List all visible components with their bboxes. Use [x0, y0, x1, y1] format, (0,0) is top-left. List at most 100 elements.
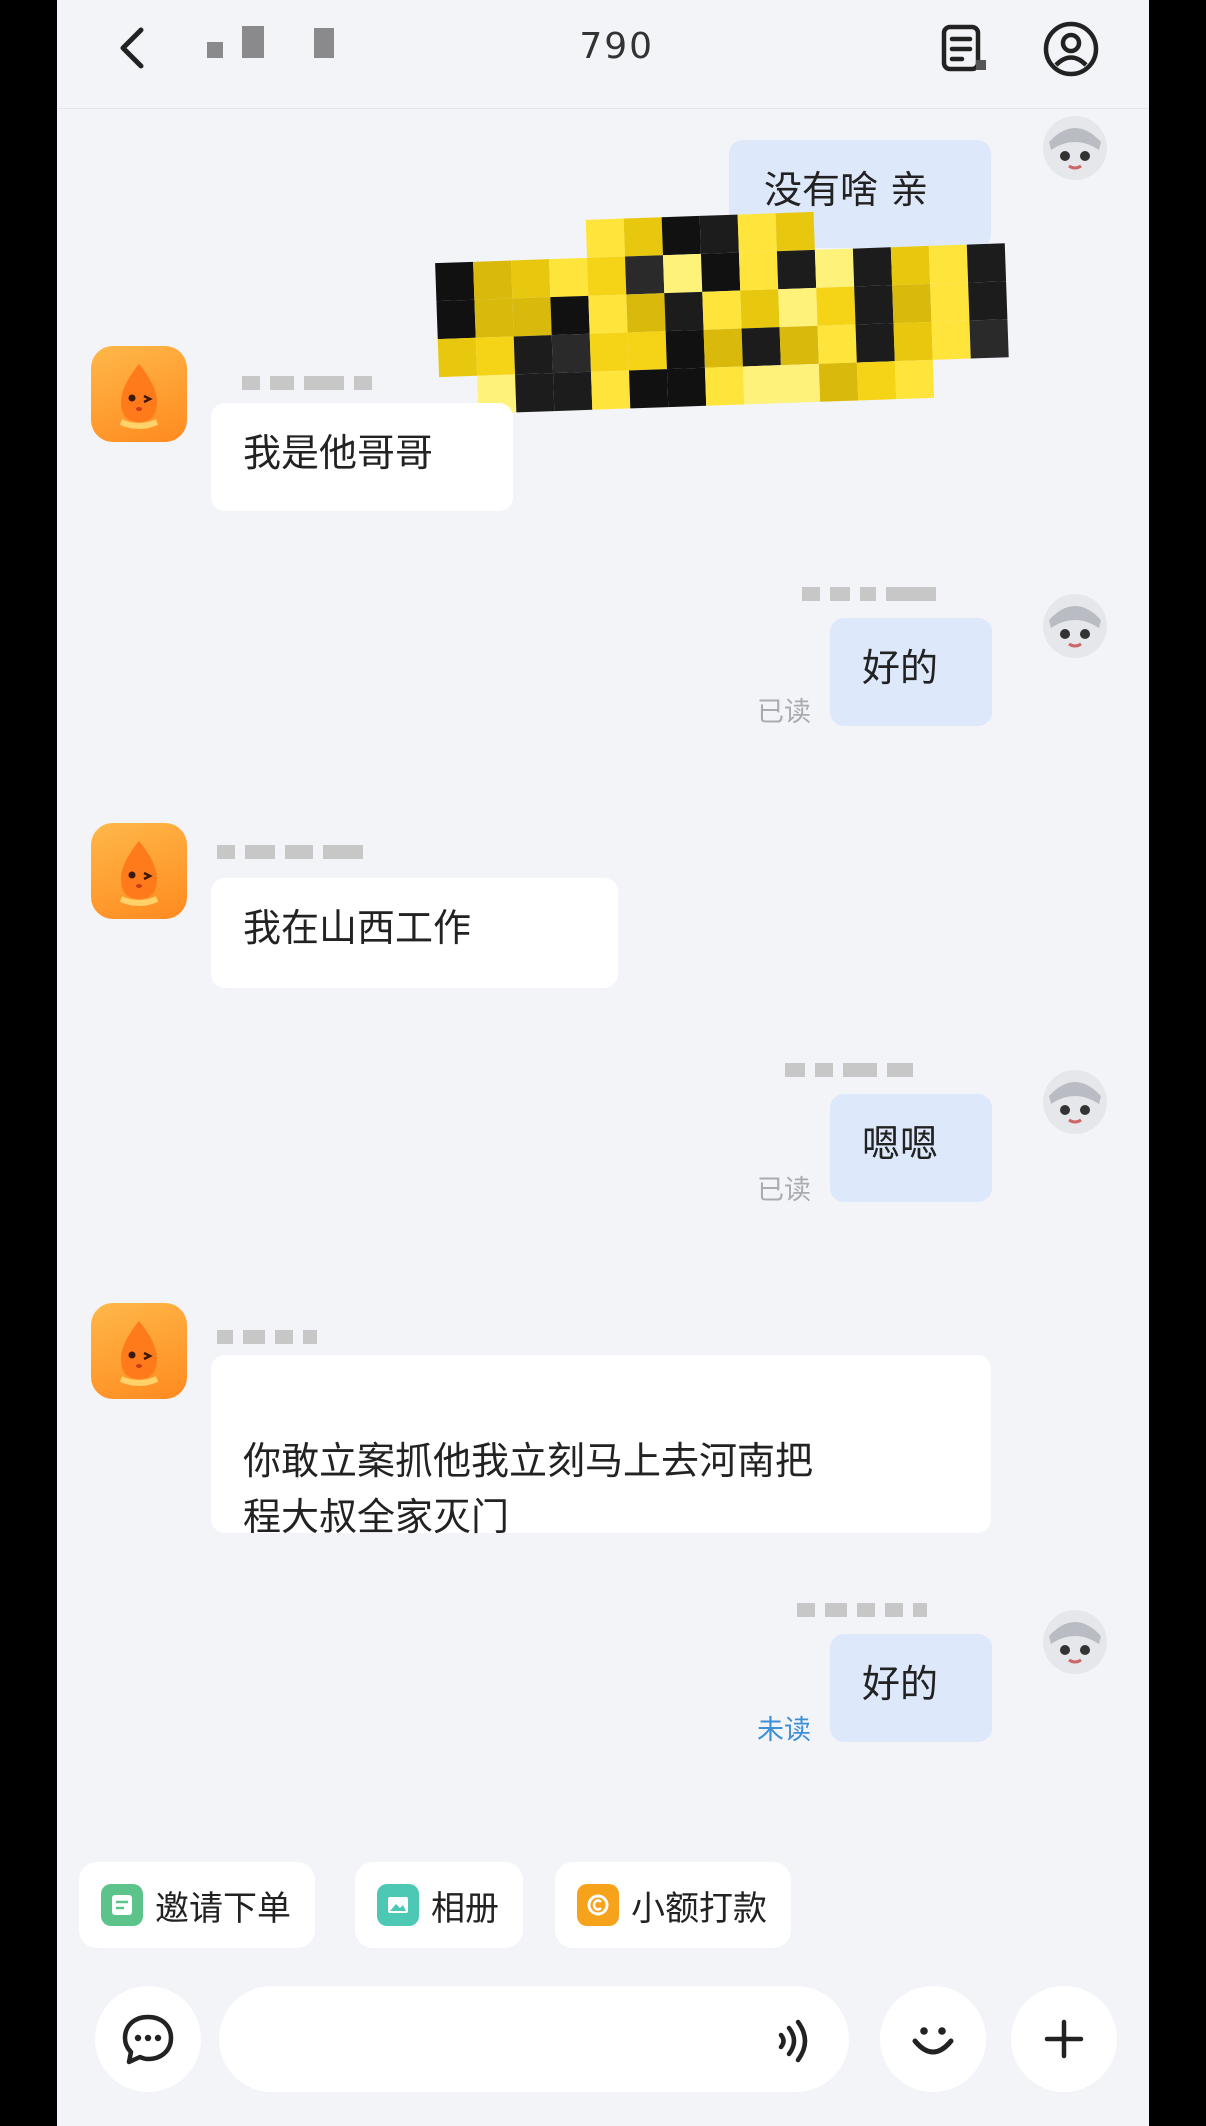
- robot-avatar-icon: [1043, 1070, 1107, 1134]
- mosaic-tile: [893, 321, 933, 362]
- mosaic-tile: [742, 365, 783, 405]
- mosaic-tile: [589, 332, 629, 372]
- chat-bubble-icon: [122, 2014, 174, 2065]
- mosaic-tile: [549, 257, 589, 298]
- mosaic-tile: [661, 215, 701, 256]
- mosaic-tile: [437, 337, 478, 378]
- invite-order-button[interactable]: 邀请下单: [79, 1862, 315, 1948]
- contact-avatar[interactable]: [91, 1303, 187, 1399]
- mosaic-tile: [436, 299, 476, 340]
- read-status: 已读: [757, 697, 811, 728]
- invite-order-label: 邀请下单: [155, 1888, 291, 1929]
- my-nickname: [802, 580, 946, 602]
- my-nickname: [785, 1056, 923, 1078]
- mosaic-tile: [931, 320, 971, 360]
- mosaic-tile: [930, 282, 970, 322]
- mosaic-tile: [624, 255, 665, 295]
- chat-screen: 790 没有啥 亲 我是他哥哥 已读 好的 我在山西工作 已读 嗯嗯 你敢立案抓…: [57, 0, 1149, 2126]
- chevron-left-icon: [120, 27, 144, 69]
- photo-album-button[interactable]: 相册: [355, 1862, 523, 1948]
- mascot-avatar-icon: [119, 1321, 159, 1386]
- mosaic-tile: [662, 253, 703, 294]
- mosaic-tile: [818, 362, 859, 402]
- mosaic-tile: [666, 367, 707, 408]
- mosaic-tile: [664, 291, 704, 332]
- mosaic-tile: [928, 244, 969, 284]
- contact-nickname: [242, 369, 382, 391]
- mosaic-tile: [623, 217, 663, 257]
- quick-actions-bar: 邀请下单 相册 小额打款: [57, 1862, 1149, 1958]
- small-payment-icon: [577, 1884, 619, 1926]
- message-bubble-received[interactable]: 我是他哥哥: [211, 403, 513, 511]
- mosaic-tile: [778, 287, 818, 328]
- mosaic-tile: [816, 286, 856, 326]
- contact-avatar[interactable]: [91, 346, 187, 442]
- mosaic-tile: [628, 369, 669, 409]
- mosaic-tile: [665, 329, 705, 370]
- invite-order-icon: [101, 1884, 143, 1926]
- emoji-icon: [912, 2027, 954, 2055]
- mosaic-tile: [856, 361, 897, 401]
- message-text: 你敢立案抓他我立刻马上去河南把 程大叔全家灭门: [243, 1439, 814, 1539]
- mosaic-tile: [704, 366, 745, 406]
- mosaic-tile: [513, 335, 554, 375]
- mosaic-tile: [966, 243, 1007, 283]
- contact-avatar[interactable]: [91, 823, 187, 919]
- mosaic-tile: [551, 333, 591, 374]
- mascot-avatar-icon: [119, 364, 159, 429]
- chat-header: 790: [57, 0, 1149, 109]
- mascot-avatar-icon: [119, 841, 159, 906]
- mosaic-tile: [587, 256, 627, 296]
- my-avatar[interactable]: [1027, 576, 1123, 672]
- read-status: 已读: [757, 1175, 811, 1206]
- small-payment-label: 小额打款: [631, 1888, 767, 1929]
- mosaic-tile: [894, 359, 935, 400]
- small-payment-button[interactable]: 小额打款: [555, 1862, 791, 1948]
- mosaic-tile: [511, 259, 551, 299]
- mosaic-tile: [474, 298, 514, 338]
- back-button[interactable]: [102, 18, 162, 78]
- mosaic-tile: [515, 373, 555, 413]
- message-bubble-received[interactable]: 你敢立案抓他我立刻马上去河南把 程大叔全家灭门: [211, 1355, 991, 1539]
- message-text: 我是他哥哥: [243, 431, 434, 475]
- message-text: 没有啥 亲: [764, 168, 929, 212]
- mosaic-tile: [703, 328, 743, 368]
- message-text: 我在山西工作: [243, 906, 472, 950]
- message-input[interactable]: [219, 1986, 849, 2092]
- input-bar: [57, 1978, 1149, 2126]
- message-bubble-sent[interactable]: 好的: [830, 618, 992, 726]
- mosaic-tile: [852, 247, 893, 287]
- mosaic-tile: [590, 370, 631, 410]
- mosaic-tile: [588, 294, 628, 334]
- plus-button[interactable]: [1011, 1986, 1117, 2092]
- message-bubble-sent[interactable]: 嗯嗯: [830, 1094, 992, 1202]
- order-list-button[interactable]: [934, 18, 996, 80]
- mosaic-tile: [775, 211, 815, 252]
- message-bubble-sent[interactable]: 好的: [830, 1634, 992, 1742]
- mosaic-tile: [776, 249, 817, 290]
- mosaic-redaction: [434, 205, 1020, 420]
- order-list-icon: [941, 24, 986, 72]
- mosaic-tile: [892, 283, 932, 324]
- chat-menu-button[interactable]: [95, 1986, 201, 2092]
- mosaic-tile: [702, 290, 742, 330]
- message-text: 好的: [862, 1662, 939, 1706]
- mosaic-tile: [626, 293, 666, 333]
- message-bubble-received[interactable]: 我在山西工作: [211, 878, 618, 988]
- my-avatar[interactable]: [1027, 1052, 1123, 1148]
- mosaic-tile: [700, 252, 741, 292]
- mosaic-tile: [699, 214, 739, 254]
- user-profile-icon: [1043, 21, 1099, 77]
- my-nickname: [797, 1596, 937, 1618]
- robot-avatar-icon: [1043, 594, 1107, 658]
- emoji-button[interactable]: [880, 1986, 986, 2092]
- mosaic-tile: [627, 331, 667, 371]
- mosaic-tile: [890, 245, 931, 286]
- robot-avatar-icon: [1043, 1610, 1107, 1674]
- mosaic-tile: [737, 213, 777, 253]
- chat-title-text: 790: [351, 26, 655, 67]
- my-avatar[interactable]: [1027, 98, 1123, 194]
- voice-button[interactable]: [769, 2016, 819, 2066]
- profile-button[interactable]: [1040, 18, 1102, 80]
- my-avatar[interactable]: [1027, 1592, 1123, 1688]
